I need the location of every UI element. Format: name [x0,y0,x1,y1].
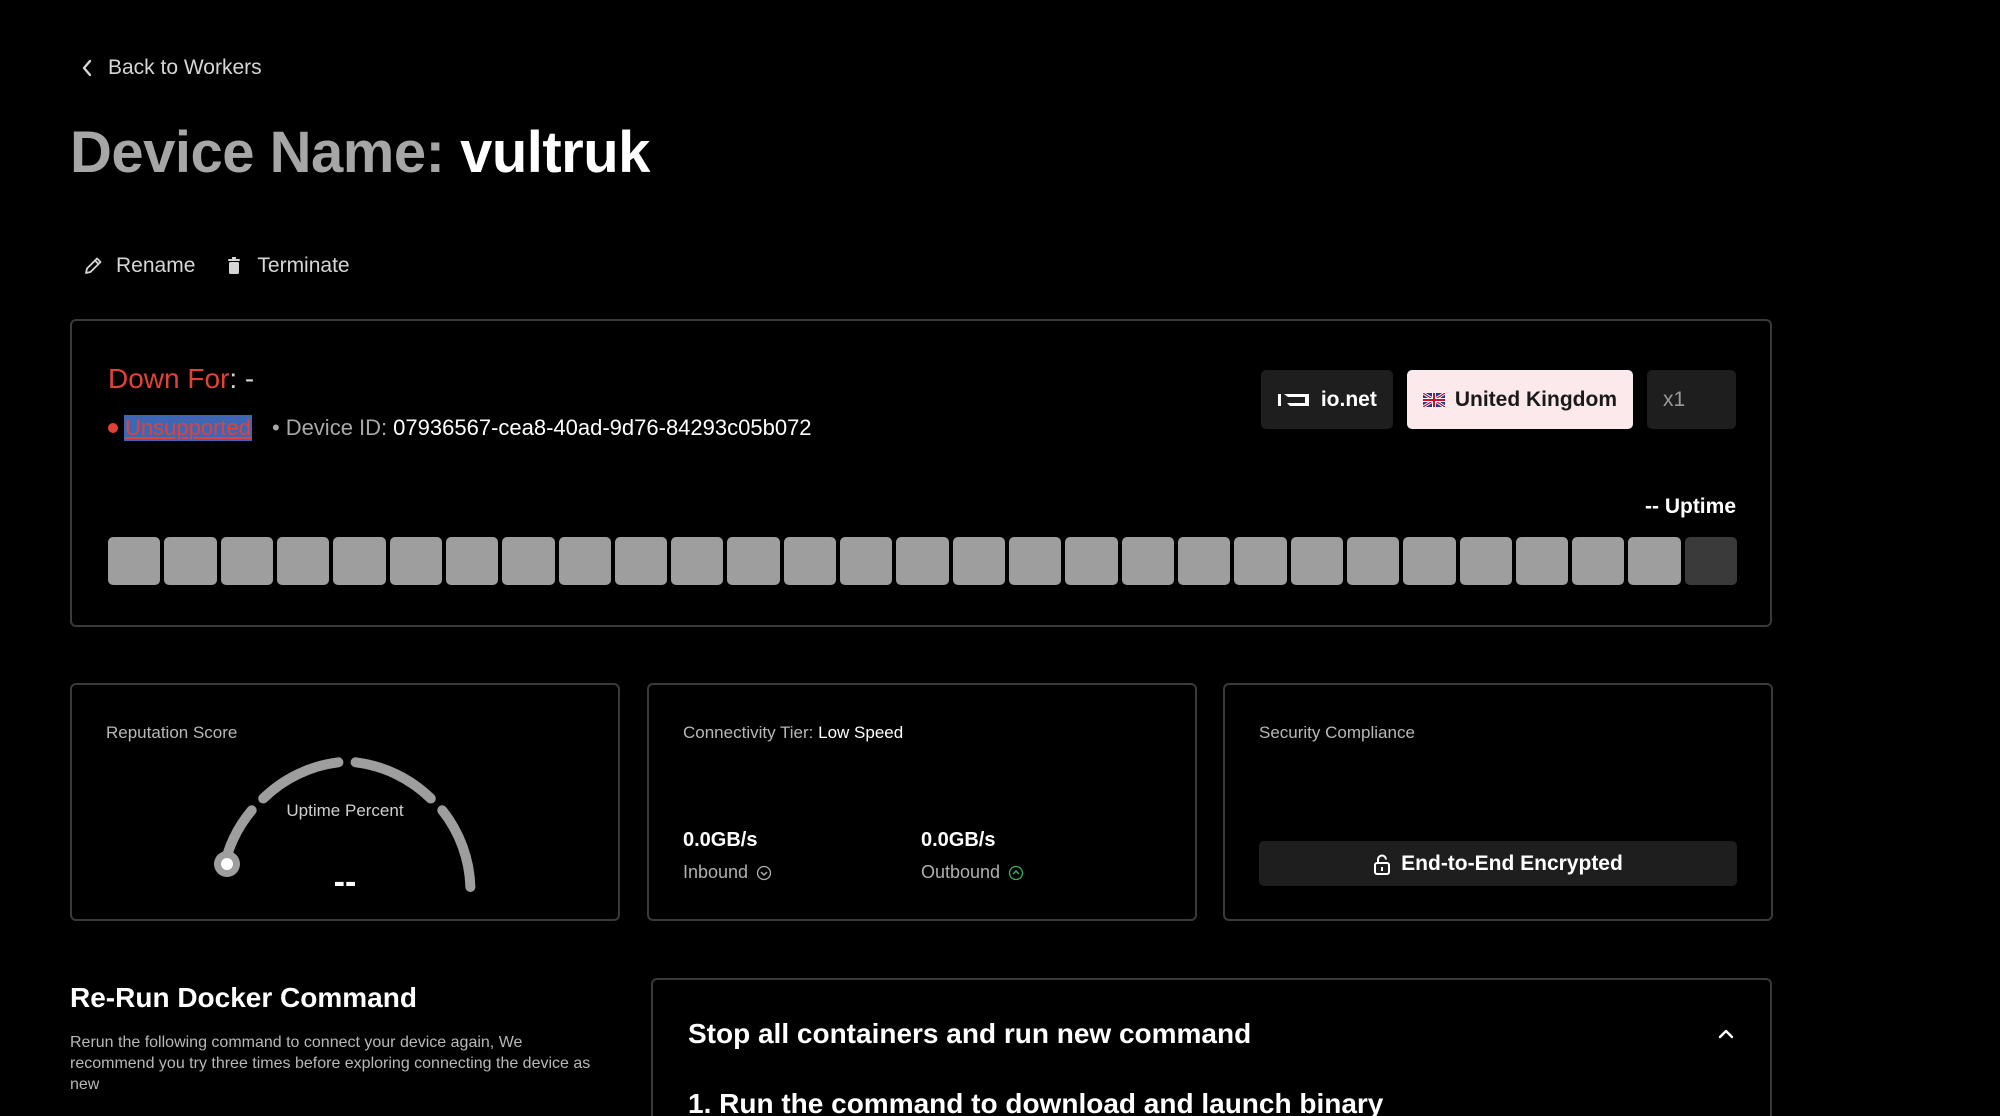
device-id-value: 07936567-cea8-40ad-9d76-84293c05b072 [393,415,812,440]
back-label: Back to Workers [108,56,262,79]
uptime-bar[interactable] [614,537,668,585]
ionet-logo-icon [1277,393,1309,406]
rename-button[interactable]: Rename [82,254,195,278]
status-line: Unsupported • Device ID: 07936567-cea8-4… [108,415,812,441]
gauge-title: Uptime Percent [286,801,404,820]
gauge-value: -- [333,863,357,901]
pencil-icon [85,257,102,274]
down-for-label: Down For [108,363,230,394]
command-accordion-header[interactable]: Stop all containers and run new command [688,1018,1251,1050]
uptime-bar[interactable] [952,537,1005,585]
uptime-bar[interactable] [1572,537,1625,585]
uptime-bar[interactable] [220,537,273,585]
rerun-title: Re-Run Docker Command [70,982,417,1013]
arrow-up-circle-icon [1008,865,1024,880]
lock-icon [1374,854,1391,875]
country-chip-label: United Kingdom [1454,387,1617,411]
command-step-1: 1. Run the command to download and launc… [688,1088,1384,1116]
uptime-bar[interactable] [502,537,555,585]
inbound-value: 0.0GB/s [683,829,758,851]
uptime-label: -- Uptime [1645,495,1736,518]
chevron-left-icon [82,59,92,77]
outbound-label: Outbound [921,862,1001,882]
uptime-bar[interactable] [1515,537,1569,585]
count-chip: x1 [1647,370,1736,429]
count-chip-label: x1 [1663,387,1686,411]
terminate-button[interactable]: Terminate [223,254,350,278]
rename-label: Rename [116,254,196,277]
status-badge: Unsupported [124,415,252,441]
inbound-label: Inbound [683,862,749,882]
uptime-bar[interactable] [1121,537,1174,585]
uptime-bar[interactable] [1403,537,1456,585]
down-for: Down For: - [108,363,254,395]
uptime-bar[interactable] [333,537,386,585]
uk-flag-icon [1422,392,1445,407]
uptime-bar[interactable] [783,537,837,585]
down-for-value: - [237,363,255,394]
uptime-bar[interactable] [1684,537,1738,585]
connectivity-tier-value: Low Speed [818,723,904,742]
uptime-bar[interactable] [1065,537,1118,585]
encryption-badge-label: End-to-End Encrypted [1401,851,1623,875]
encryption-badge: End-to-End Encrypted [1259,841,1737,886]
device-actions: Rename Terminate [82,254,350,278]
status-dot-icon [108,423,118,433]
network-chip: io.net [1260,370,1393,429]
page-title: Device Name: vultruk [70,118,650,188]
uptime-bar[interactable] [1177,537,1231,585]
country-chip: United Kingdom [1406,370,1633,429]
connectivity-card: Connectivity Tier: Low Speed 0.0GB/s Inb… [647,683,1197,921]
device-name-label: Device Name: [70,120,445,185]
uptime-bar[interactable] [1628,537,1681,585]
uptime-bar[interactable] [1346,537,1400,585]
device-chips: io.net United Kingdom x1 [1260,370,1736,429]
down-for-colon: : [229,363,238,394]
arrow-down-circle-icon [756,865,772,880]
device-id-label: Device ID: [285,415,388,440]
uptime-bar[interactable] [389,537,442,585]
security-compliance-card: Security Compliance End-to-End Encrypted [1223,683,1773,921]
uptime-bar[interactable] [164,537,217,585]
uptime-bar[interactable] [445,537,499,585]
network-chip-label: io.net [1320,387,1377,411]
inbound-speed: 0.0GB/s Inbound [683,829,772,883]
chevron-up-icon[interactable] [1716,1024,1736,1044]
outbound-value: 0.0GB/s [921,829,996,851]
uptime-bar[interactable] [108,537,161,585]
back-to-workers-link[interactable]: Back to Workers [80,56,262,80]
uptime-bar[interactable] [1459,537,1512,585]
rerun-description: Rerun the following command to connect y… [70,1034,591,1093]
command-accordion: Stop all containers and run new command … [651,978,1772,1116]
uptime-bar[interactable] [896,537,949,585]
uptime-bar[interactable] [727,537,780,585]
connectivity-tier: Connectivity Tier: Low Speed [683,723,903,743]
uptime-bar[interactable] [671,537,724,585]
uptime-bar[interactable] [1234,537,1287,585]
device-name-value: vultruk [460,120,650,185]
uptime-bar[interactable] [1009,537,1062,585]
connectivity-tier-label: Connectivity Tier: [683,723,814,742]
separator-dot: • [271,415,280,440]
trash-icon [228,257,241,274]
security-compliance-label: Security Compliance [1259,723,1415,742]
device-status-card: Down For: - Unsupported • Device ID: 079… [70,319,1772,627]
uptime-bar[interactable] [1290,537,1343,585]
uptime-bars [108,537,1738,585]
uptime-bar[interactable] [558,537,611,585]
outbound-speed: 0.0GB/s Outbound [921,829,1024,883]
terminate-label: Terminate [257,254,350,277]
uptime-bar[interactable] [840,537,893,585]
reputation-score-card: Reputation Score Uptime Percent -- [70,683,620,921]
uptime-bar[interactable] [276,537,330,585]
